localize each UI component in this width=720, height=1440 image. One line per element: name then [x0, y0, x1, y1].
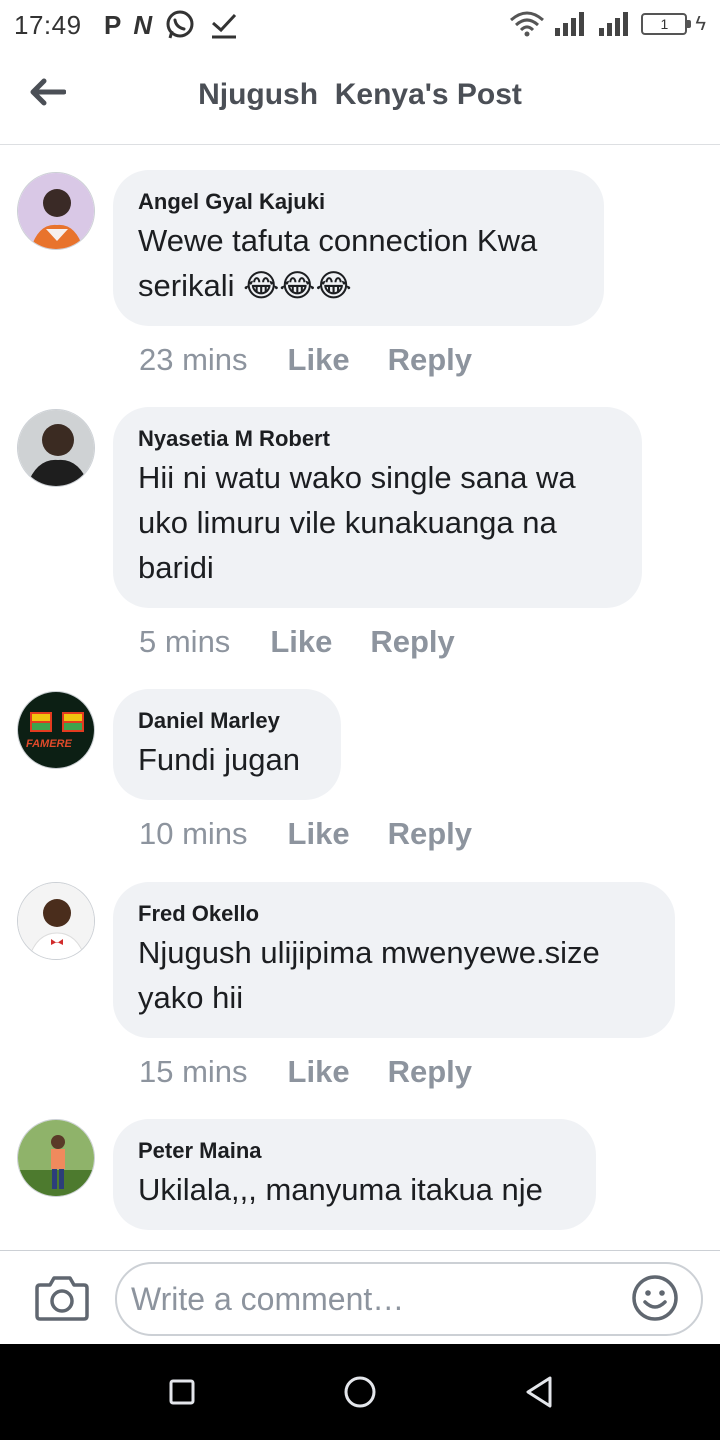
status-bar: 17:49 P N 1 ϟ [0, 0, 720, 50]
comment-actions: 5 mins Like Reply [139, 624, 493, 660]
comment-bubble[interactable]: Angel Gyal Kajuki Wewe tafuta connection… [113, 170, 604, 326]
comment-author[interactable]: Daniel Marley [138, 707, 315, 735]
comment-text: Njugush ulijipima mwenyewe.size yako hii [138, 935, 600, 1015]
page-title: Njugush Kenya's Post [198, 78, 522, 111]
comment-text: Ukilala,,, manyuma itakua nje [138, 1172, 543, 1207]
comment-actions: 15 mins Like Reply [139, 1054, 510, 1090]
system-icons: 1 ϟ [509, 10, 706, 38]
avatar[interactable] [17, 172, 95, 250]
signal-icon-sim2 [599, 12, 629, 36]
comment-bubble[interactable]: Fred Okello Njugush ulijipima mwenyewe.s… [113, 882, 675, 1038]
triangle-back-icon [526, 1376, 552, 1408]
comment-author[interactable]: Nyasetia M Robert [138, 425, 616, 453]
reply-button[interactable]: Reply [370, 624, 454, 660]
comment-time[interactable]: 10 mins [139, 816, 248, 852]
comment-bubble[interactable]: Peter Maina Ukilala,,, manyuma itakua nj… [113, 1119, 596, 1230]
home-button[interactable] [340, 1372, 380, 1412]
comment-bubble[interactable]: Nyasetia M Robert Hii ni watu wako singl… [113, 407, 642, 608]
avatar[interactable] [17, 1119, 95, 1197]
camera-icon [35, 1276, 89, 1321]
avatar[interactable]: FAMERE [17, 691, 95, 769]
like-button[interactable]: Like [288, 342, 350, 378]
n-notification-icon: N [133, 10, 153, 40]
recents-button[interactable] [162, 1372, 202, 1412]
app-header: Njugush Kenya's Post [0, 50, 720, 145]
whatsapp-icon [166, 10, 194, 39]
avatar[interactable] [17, 882, 95, 960]
circle-icon [344, 1376, 376, 1408]
comment-input[interactable] [115, 1262, 703, 1336]
like-button[interactable]: Like [288, 816, 350, 852]
comment-bubble[interactable]: Daniel Marley Fundi jugan [113, 689, 341, 800]
comments-list[interactable]: Angel Gyal Kajuki Wewe tafuta connection… [0, 146, 720, 1250]
comment-actions: 10 mins Like Reply [139, 816, 510, 852]
comment-time[interactable]: 23 mins [139, 342, 248, 378]
p-notification-icon: P [104, 10, 122, 40]
system-nav-bar [0, 1344, 720, 1440]
comment-text: Fundi jugan [138, 742, 301, 777]
notification-icons: P N [104, 9, 240, 41]
smiley-icon [632, 1275, 678, 1321]
comment-text: Wewe tafuta connection Kwa serikali 😂😂😂 [138, 223, 538, 303]
reply-button[interactable]: Reply [388, 816, 472, 852]
comment-author[interactable]: Peter Maina [138, 1137, 570, 1165]
comment-composer [0, 1250, 720, 1344]
comment-actions: 23 mins Like Reply [139, 342, 510, 378]
comment-time[interactable]: 15 mins [139, 1054, 248, 1090]
camera-button[interactable] [34, 1273, 90, 1323]
reply-button[interactable]: Reply [388, 342, 472, 378]
wifi-icon [510, 11, 545, 37]
comment-text: Hii ni watu wako single sana wa uko limu… [138, 460, 576, 585]
charging-icon: ϟ [695, 12, 706, 35]
avatar-label: FAMERE [26, 738, 72, 750]
signal-icon-sim1 [555, 12, 585, 36]
status-time: 17:49 [14, 10, 82, 40]
download-done-icon [212, 13, 237, 39]
battery-icon: 1 [641, 13, 692, 35]
square-icon [169, 1379, 195, 1405]
emoji-button[interactable] [630, 1273, 680, 1323]
comment-time[interactable]: 5 mins [139, 624, 230, 660]
like-button[interactable]: Like [270, 624, 332, 660]
comment-author[interactable]: Angel Gyal Kajuki [138, 188, 578, 216]
comment-author[interactable]: Fred Okello [138, 900, 649, 928]
avatar[interactable] [17, 409, 95, 487]
like-button[interactable]: Like [288, 1054, 350, 1090]
reply-button[interactable]: Reply [388, 1054, 472, 1090]
back-nav-button[interactable] [520, 1372, 560, 1412]
